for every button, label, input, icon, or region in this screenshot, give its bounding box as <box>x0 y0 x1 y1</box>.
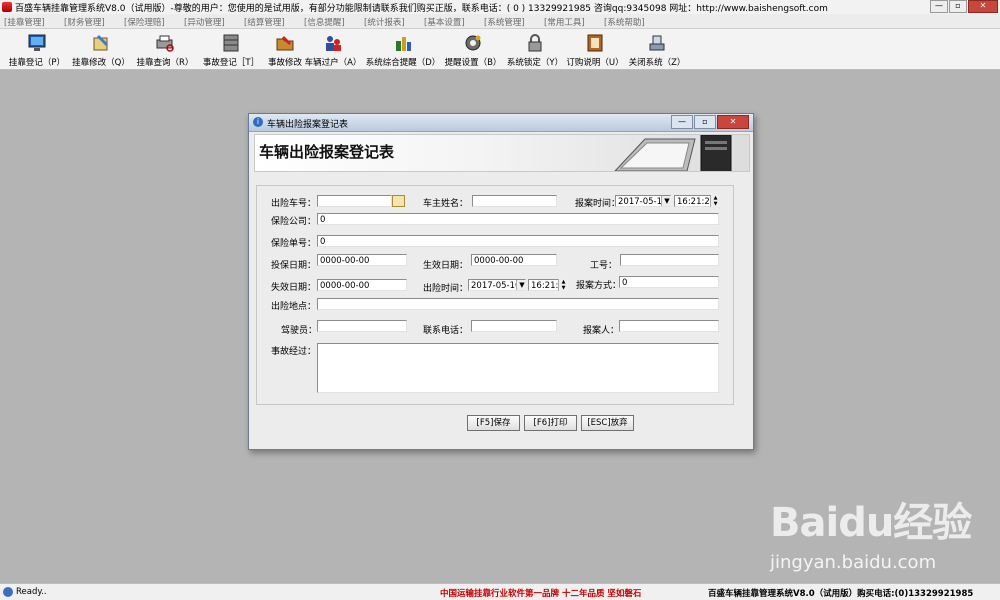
dialog-heading: 车辆出险报案登记表 <box>259 143 395 161</box>
computer-illustration-icon <box>614 135 732 171</box>
window-title: 百盛车辆挂靠管理系统V8.0（试用版）-尊敬的用户：您使用的是试用版，有部分功能… <box>15 4 828 14</box>
cabinet-icon <box>223 34 239 52</box>
menu-vehicle[interactable]: [挂靠管理] <box>4 16 45 28</box>
status-ready: Ready.. <box>16 587 47 597</box>
reporter-label: 报案人： <box>583 326 620 336</box>
toolbar-close-system-button[interactable]: 关闭系统（Z） <box>622 31 692 69</box>
toolbar: 挂靠登记（P） 挂靠修改（Q） 挂靠查询（R） 事故登记［T］ 事故修改 车辆过… <box>0 29 1000 70</box>
status-product: 百盛车辆挂靠管理系统V8.0（试用版）购买电话:(0)13329921985 <box>708 589 974 599</box>
status-slogan: 中国运输挂靠行业软件第一品牌 十二年品质 坚如磐石 <box>440 589 642 599</box>
dialog-controls: — ▫ ✕ <box>671 115 749 129</box>
effective-date-input[interactable]: 0000-00-00 <box>471 254 557 266</box>
insurer-input[interactable]: 0 <box>317 213 719 225</box>
dialog-maximize-button[interactable]: ▫ <box>694 115 716 129</box>
menu-change[interactable]: [异动管理] <box>184 16 225 28</box>
printer-search-icon <box>156 35 174 52</box>
shutdown-icon <box>649 35 665 51</box>
accident-report-dialog: i 车辆出险报案登记表 — ▫ ✕ 车辆出险报案登记表 出险车号： 车主姓名： … <box>248 113 754 450</box>
book-edit-icon <box>93 35 108 51</box>
report-method-label: 报案方式： <box>576 281 622 291</box>
expire-date-label: 失效日期： <box>271 283 317 293</box>
job-number-label: 工号： <box>590 261 618 271</box>
window-controls: — ▫ ✕ <box>930 0 998 13</box>
folder-browse-button[interactable] <box>392 195 405 207</box>
menu-system[interactable]: [系统管理] <box>484 16 525 28</box>
dialog-minimize-button[interactable]: — <box>671 115 693 129</box>
dialog-title: 车辆出险报案登记表 <box>267 120 349 130</box>
effective-date-label: 生效日期： <box>423 261 469 271</box>
report-time-label: 报案时间： <box>575 199 621 209</box>
policy-label: 保险单号： <box>271 239 317 249</box>
report-date-dropdown-icon[interactable]: ▼ <box>661 196 672 206</box>
menu-reminder[interactable]: [信息提醒] <box>304 16 345 28</box>
insure-date-label: 投保日期： <box>271 261 317 271</box>
bottles-icon <box>396 37 411 51</box>
window-titlebar: 百盛车辆挂靠管理系统V8.0（试用版）-尊敬的用户：您使用的是试用版，有部分功能… <box>0 0 1000 15</box>
close-button[interactable]: ✕ <box>968 0 998 13</box>
menu-tools[interactable]: [常用工具] <box>544 16 585 28</box>
lock-icon <box>528 34 542 52</box>
menu-finance[interactable]: [财务管理] <box>64 16 105 28</box>
driver-input[interactable] <box>317 320 407 332</box>
folder-edit-icon <box>276 36 294 51</box>
dialog-close-button[interactable]: ✕ <box>717 115 749 129</box>
toolbar-close-system-label: 关闭系统（Z） <box>628 58 686 68</box>
report-time-spinner-icon[interactable]: ▲ ▼ <box>710 195 720 207</box>
info-icon: i <box>253 117 263 127</box>
accident-date-dropdown-icon[interactable]: ▼ <box>516 280 527 290</box>
process-label: 事故经过： <box>271 347 317 357</box>
dialog-titlebar: i 车辆出险报案登记表 — ▫ ✕ <box>249 114 753 132</box>
menu-bar: [挂靠管理] [财务管理] [保险理赔] [异动管理] [结算管理] [信息提醒… <box>0 14 1000 29</box>
owner-input[interactable] <box>472 195 557 207</box>
menu-insurance[interactable]: [保险理赔] <box>124 16 165 28</box>
status-icon <box>3 587 13 597</box>
app-icon <box>2 2 12 12</box>
gear-icon <box>465 35 481 51</box>
reporter-input[interactable] <box>619 320 719 332</box>
insurer-label: 保险公司： <box>271 217 317 227</box>
phone-label: 联系电话： <box>423 326 469 336</box>
accident-time-label: 出险时间： <box>423 284 469 294</box>
menu-settlement[interactable]: [结算管理] <box>244 16 285 28</box>
menu-help[interactable]: [系统帮助] <box>604 16 645 28</box>
minimize-button[interactable]: — <box>930 0 948 13</box>
report-form: 出险车号： 车主姓名： 报案时间： 2017-05-16 ▼ 16:21:25 … <box>256 185 734 405</box>
plate-label: 出险车号： <box>271 199 317 209</box>
policy-input[interactable]: 0 <box>317 235 719 247</box>
cash-book-icon <box>587 34 603 52</box>
insure-date-input[interactable]: 0000-00-00 <box>317 254 407 266</box>
users-transfer-icon <box>326 36 341 51</box>
location-label: 出险地点： <box>271 302 317 312</box>
job-number-input[interactable] <box>620 254 719 266</box>
phone-input[interactable] <box>471 320 557 332</box>
watermark-url: jingyan.baidu.com <box>770 552 937 573</box>
plate-input[interactable] <box>317 195 392 207</box>
owner-label: 车主姓名： <box>423 199 469 209</box>
watermark-brand: Baidu经验 <box>770 500 972 546</box>
report-method-input[interactable]: 0 <box>619 276 719 288</box>
accident-time-spinner-icon[interactable]: ▲ ▼ <box>558 279 568 291</box>
menu-reports[interactable]: [统计报表] <box>364 16 405 28</box>
baidu-watermark: Baidu经验 jingyan.baidu.com <box>760 485 990 580</box>
maximize-button[interactable]: ▫ <box>949 0 967 13</box>
save-button[interactable]: [F5]保存 <box>467 415 520 431</box>
monitor-icon <box>28 34 46 51</box>
location-input[interactable] <box>317 298 719 310</box>
driver-label: 驾驶员： <box>281 326 318 336</box>
expire-date-input[interactable]: 0000-00-00 <box>317 279 407 291</box>
cancel-button[interactable]: [ESC]放弃 <box>581 415 634 431</box>
print-button[interactable]: [F6]打印 <box>524 415 577 431</box>
status-bar: Ready.. 中国运输挂靠行业软件第一品牌 十二年品质 坚如磐石 百盛车辆挂靠… <box>0 583 1000 600</box>
process-textarea[interactable] <box>317 343 719 393</box>
menu-settings[interactable]: [基本设置] <box>424 16 465 28</box>
dialog-banner: 车辆出险报案登记表 <box>254 134 750 172</box>
